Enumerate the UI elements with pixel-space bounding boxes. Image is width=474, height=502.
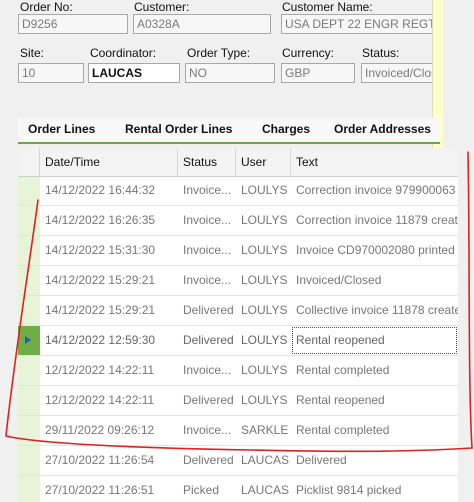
column-header-user[interactable]: User xyxy=(236,148,291,176)
tab-rental-order-lines[interactable]: Rental Order Lines xyxy=(125,122,232,136)
status-label: Status: xyxy=(362,46,400,60)
currency-label: Currency: xyxy=(282,46,335,60)
cell-datetime[interactable]: 14/12/2022 16:26:35 xyxy=(40,206,178,235)
customer-name-field[interactable]: USA DEPT 22 ENGR REGT xyxy=(281,14,433,34)
row-selector[interactable] xyxy=(18,446,40,475)
table-row[interactable]: 14/12/2022 15:29:21 Delivered LOULYS Collec… xyxy=(18,296,458,326)
order-type-field[interactable]: NO xyxy=(185,63,275,83)
cell-user[interactable]: LOULYS xyxy=(236,206,291,235)
row-selector[interactable] xyxy=(18,176,40,205)
current-row-arrow-icon xyxy=(25,336,31,344)
table-row[interactable]: 14/12/2022 15:29:21 Invoice... LOULYS Invoi… xyxy=(18,266,458,296)
cell-datetime[interactable]: 27/10/2022 11:26:54 xyxy=(40,446,178,475)
coordinator-label: Coordinator: xyxy=(90,46,157,60)
cell-text[interactable]: Rental reopened xyxy=(291,386,458,415)
row-selector[interactable] xyxy=(18,386,40,415)
customer-label: Customer: xyxy=(134,0,190,14)
cell-datetime[interactable]: 12/12/2022 14:22:11 xyxy=(40,356,178,385)
cell-text[interactable]: Invoice CD970002080 printed xyxy=(291,236,458,265)
cell-text[interactable]: Delivered xyxy=(291,446,458,475)
row-selector[interactable] xyxy=(18,476,40,502)
table-row[interactable]: 14/12/2022 12:59:30 Delivered LOULYS Rental… xyxy=(18,326,458,356)
cell-user[interactable]: LOULYS xyxy=(236,386,291,415)
order-no-field[interactable]: D9256 xyxy=(18,14,128,34)
cell-text[interactable]: Rental completed xyxy=(291,356,458,385)
table-row[interactable]: 14/12/2022 16:44:32 Invoice... LOULYS Corre… xyxy=(18,176,458,206)
cell-user[interactable]: LOULYS xyxy=(236,266,291,295)
table-row[interactable]: 12/12/2022 14:22:11 Delivered LOULYS Rental… xyxy=(18,386,458,416)
row-selector[interactable] xyxy=(18,206,40,235)
cell-text[interactable]: Picklist 9814 picked xyxy=(291,476,458,502)
cell-datetime[interactable]: 14/12/2022 12:59:30 xyxy=(40,326,178,355)
cell-text[interactable]: Rental reopened xyxy=(291,326,458,355)
cell-user[interactable]: LOULYS xyxy=(236,326,291,355)
cell-datetime[interactable]: 27/10/2022 11:26:51 xyxy=(40,476,178,502)
column-header-datetime[interactable]: Date/Time xyxy=(40,148,178,176)
cell-status[interactable]: Invoice... xyxy=(178,176,236,205)
cell-datetime[interactable]: 14/12/2022 15:29:21 xyxy=(40,296,178,325)
site-field[interactable]: 10 xyxy=(18,63,84,83)
table-row[interactable]: 29/11/2022 09:26:12 Invoice... SARKLE Renta… xyxy=(18,416,458,446)
customer-name-label: Customer Name: xyxy=(282,0,373,14)
cell-text[interactable]: Invoiced/Closed xyxy=(291,266,458,295)
cell-text[interactable]: Rental completed xyxy=(291,416,458,445)
cell-user[interactable]: LOULYS xyxy=(236,176,291,205)
order-header-form: Order No: D9256 Customer: A0328A Custome… xyxy=(0,0,474,115)
row-selector[interactable] xyxy=(18,416,40,445)
cell-datetime[interactable]: 12/12/2022 14:22:11 xyxy=(40,386,178,415)
cell-status[interactable]: Delivered xyxy=(178,446,236,475)
cell-status[interactable]: Picked xyxy=(178,476,236,502)
tab-charges[interactable]: Charges xyxy=(262,122,310,136)
cell-user[interactable]: SARKLE xyxy=(236,416,291,445)
cell-status[interactable]: Invoice... xyxy=(178,266,236,295)
table-row[interactable]: 27/10/2022 11:26:51 Picked LAUCAS Picklist … xyxy=(18,476,458,502)
cell-status[interactable]: Invoice... xyxy=(178,206,236,235)
cell-datetime[interactable]: 14/12/2022 15:31:30 xyxy=(40,236,178,265)
grid-header: Date/Time Status User Text xyxy=(18,148,458,177)
cell-datetime[interactable]: 14/12/2022 15:29:21 xyxy=(40,266,178,295)
cell-user[interactable]: LOULYS xyxy=(236,236,291,265)
history-grid: Date/Time Status User Text 14/12/2022 16… xyxy=(18,148,458,502)
site-label: Site: xyxy=(20,46,45,60)
table-row[interactable]: 12/12/2022 14:22:11 Invoice... LOULYS Renta… xyxy=(18,356,458,386)
status-field[interactable]: Invoiced/Closed xyxy=(361,63,435,83)
currency-field[interactable]: GBP xyxy=(281,63,355,83)
table-row[interactable]: 14/12/2022 15:31:30 Invoice... LOULYS Invoi… xyxy=(18,236,458,266)
cell-status[interactable]: Delivered xyxy=(178,326,236,355)
header-corner xyxy=(18,148,40,176)
row-selector[interactable] xyxy=(18,326,40,355)
order-type-label: Order Type: xyxy=(187,46,251,60)
column-header-status[interactable]: Status xyxy=(178,148,236,176)
column-header-text[interactable]: Text xyxy=(291,148,458,176)
table-row[interactable]: 27/10/2022 11:26:54 Delivered LAUCAS Delive… xyxy=(18,446,458,476)
cell-user[interactable]: LAUCAS xyxy=(236,476,291,502)
row-selector[interactable] xyxy=(18,266,40,295)
tab-order-lines[interactable]: Order Lines xyxy=(28,122,95,136)
tab-bar: Order Lines Rental Order Lines Charges O… xyxy=(18,118,440,144)
customer-field[interactable]: A0328A xyxy=(133,14,271,34)
coordinator-field[interactable]: LAUCAS xyxy=(88,63,180,83)
cell-text[interactable]: Collective invoice 11878 created xyxy=(291,296,458,325)
cell-text[interactable]: Correction invoice 11879 created xyxy=(291,206,458,235)
cell-text[interactable]: Correction invoice 979900063 xyxy=(291,176,458,205)
cell-datetime[interactable]: 29/11/2022 09:26:12 xyxy=(40,416,178,445)
cell-status[interactable]: Invoice... xyxy=(178,416,236,445)
cell-status[interactable]: Invoice... xyxy=(178,236,236,265)
cell-user[interactable]: LAUCAS xyxy=(236,446,291,475)
row-selector[interactable] xyxy=(18,356,40,385)
tab-order-addresses[interactable]: Order Addresses xyxy=(334,122,431,136)
cell-status[interactable]: Delivered xyxy=(178,296,236,325)
cell-datetime[interactable]: 14/12/2022 16:44:32 xyxy=(40,176,178,205)
cell-user[interactable]: LOULYS xyxy=(236,296,291,325)
row-selector[interactable] xyxy=(18,296,40,325)
order-no-label: Order No: xyxy=(20,0,73,14)
row-selector[interactable] xyxy=(18,236,40,265)
table-row[interactable]: 14/12/2022 16:26:35 Invoice... LOULYS Corre… xyxy=(18,206,458,236)
cell-status[interactable]: Invoice... xyxy=(178,356,236,385)
cell-user[interactable]: LOULYS xyxy=(236,356,291,385)
cell-status[interactable]: Delivered xyxy=(178,386,236,415)
